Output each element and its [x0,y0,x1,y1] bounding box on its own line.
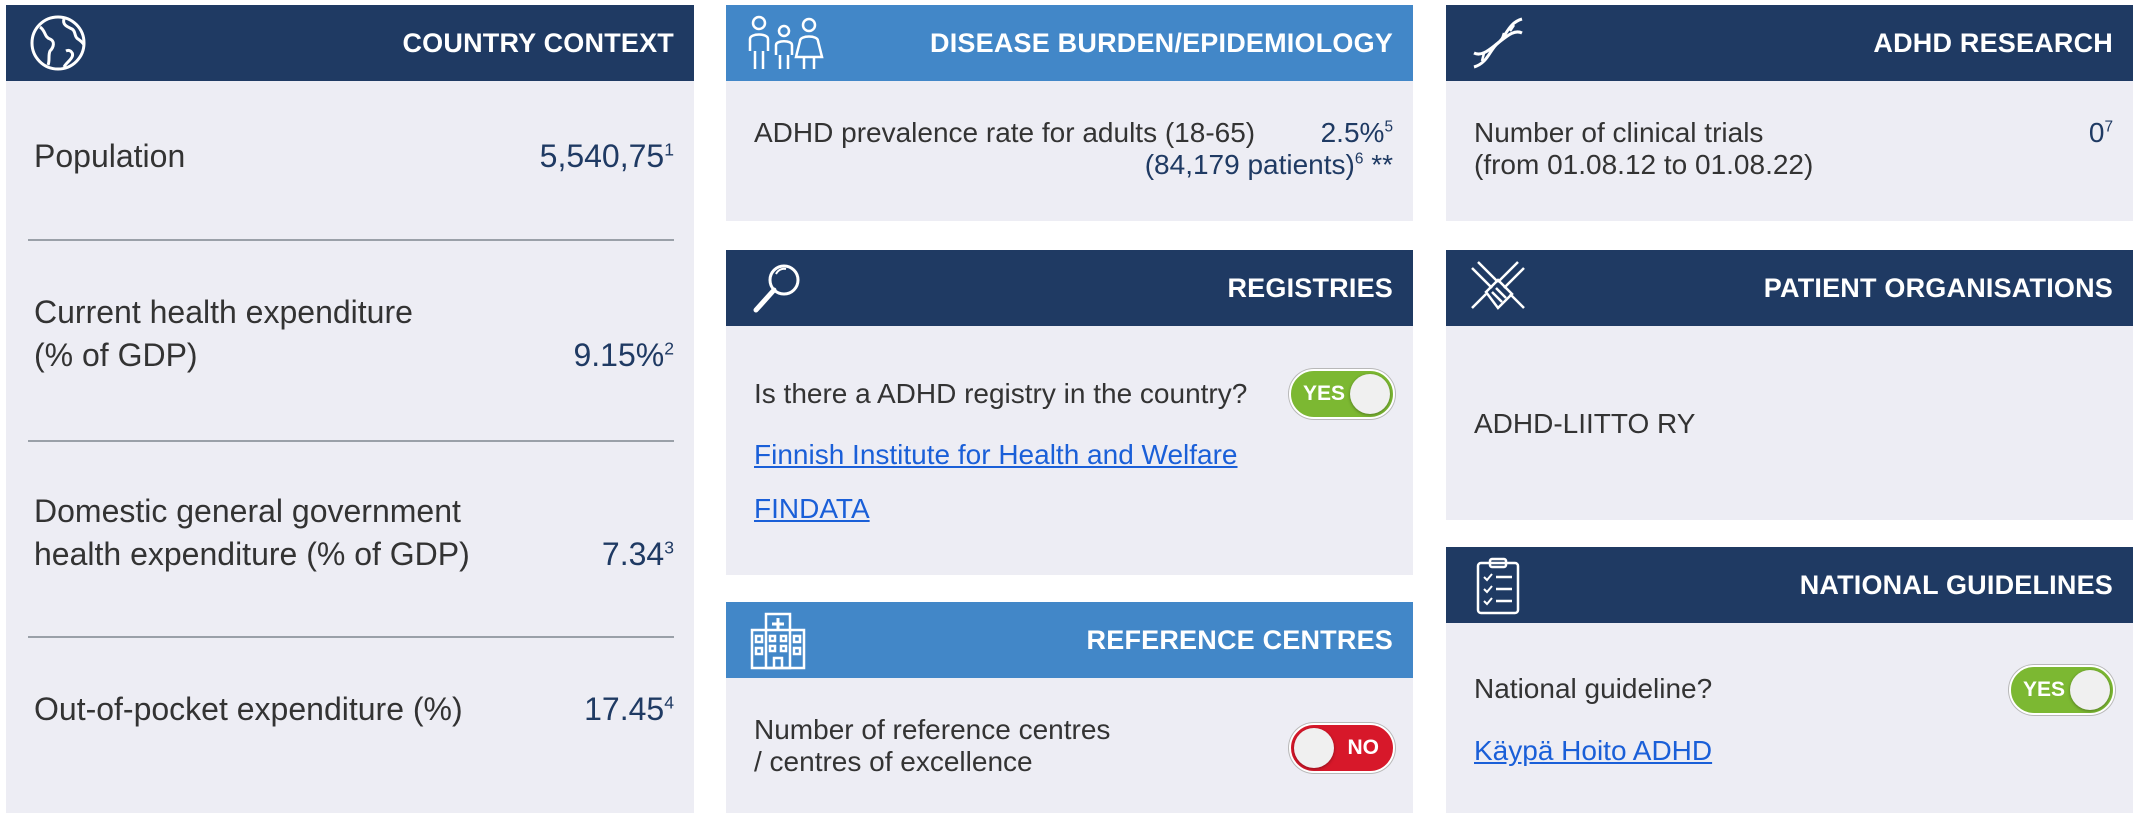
government-expenditure-label: Domestic general government health expend… [34,493,470,572]
out-of-pocket-value: 17.454 [584,691,674,727]
population-value: 5,540,751 [539,138,674,174]
toggle-label: NO [1347,736,1380,759]
registries-header: REGISTRIES [726,250,1413,326]
disease-burden-panel: DISEASE BURDEN/EPIDEMIOLOGY ADHD prevale… [726,5,1413,221]
registry-question: Is there a ADHD registry in the country? [754,378,1248,409]
clinical-trials-label: Number of clinical trials (from 01.08.12 … [1474,117,1814,180]
toggle-knob [2070,670,2110,710]
adhd-research-panel: ADHD RESEARCH Number of clinical trials(… [1446,5,2133,221]
divider [28,440,674,442]
findata-link[interactable]: FINDATA [754,493,870,525]
toggle-knob [1350,374,1390,414]
government-expenditure-value: 7.343 [601,536,674,572]
national-guidelines-panel: NATIONAL GUIDELINES National guideline? … [1446,547,2133,813]
toggle-knob [1294,728,1334,768]
country-context-panel: COUNTRY CONTEXT Population 5,540,751 Cur… [6,5,694,813]
reference-centres-toggle[interactable]: NO [1289,723,1395,773]
national-guidelines-header: NATIONAL GUIDELINES [1446,547,2133,623]
finnish-institute-link[interactable]: Finnish Institute for Health and Welfare [754,439,1238,471]
population-label: Population [34,138,186,174]
hospital-icon [748,610,808,670]
country-context-title: COUNTRY CONTEXT [402,28,674,58]
clipboard-checklist-icon [1468,555,1528,615]
handshake-icon [1468,258,1528,318]
reference-centres-title: REFERENCE CENTRES [1086,625,1393,655]
registries-title: REGISTRIES [1227,273,1393,303]
adhd-research-header: ADHD RESEARCH [1446,5,2133,81]
disease-burden-header: DISEASE BURDEN/EPIDEMIOLOGY [726,5,1413,81]
disease-burden-title: DISEASE BURDEN/EPIDEMIOLOGY [930,28,1393,58]
adhd-research-title: ADHD RESEARCH [1873,28,2113,58]
kaypa-hoito-link[interactable]: Käypä Hoito ADHD [1474,735,1712,767]
patient-organisations-panel: PATIENT ORGANISATIONS ADHD-LIITTO RY [1446,250,2133,520]
national-guidelines-title: NATIONAL GUIDELINES [1799,570,2113,600]
organisation-name: ADHD-LIITTO RY [1474,408,1696,439]
divider [28,239,674,241]
magnifier-icon [748,258,808,318]
globe-icon [28,13,88,73]
toggle-label: YES [2023,678,2066,701]
out-of-pocket-label: Out-of-pocket expenditure (%) [34,691,463,727]
family-icon [746,13,826,73]
health-expenditure-value: 9.15%2 [573,337,674,373]
divider [28,636,674,638]
patient-organisations-header: PATIENT ORGANISATIONS [1446,250,2133,326]
registries-panel: REGISTRIES Is there a ADHD registry in t… [726,250,1413,575]
reference-centres-panel: REFERENCE CENTRES Number of reference ce… [726,602,1413,813]
clinical-trials-value: 07 [2088,117,2113,148]
patients-value: (84,179 patients)6 ** [1144,149,1393,180]
guideline-question: National guideline? [1474,673,1713,704]
reference-centres-label: Number of reference centres / centres of … [754,714,1111,777]
patient-organisations-title: PATIENT ORGANISATIONS [1763,273,2113,303]
reference-centres-header: REFERENCE CENTRES [726,602,1413,678]
toggle-label: YES [1303,382,1346,405]
country-context-header: COUNTRY CONTEXT [6,5,694,81]
registry-toggle[interactable]: YES [1289,369,1395,419]
guideline-toggle[interactable]: YES [2009,665,2115,715]
health-expenditure-label: Current health expenditure (% of GDP) [34,294,413,373]
prevalence-label: ADHD prevalence rate for adults (18-65) [754,117,1256,148]
prevalence-value: 2.5%5 [1320,117,1393,148]
dna-icon [1468,13,1528,73]
